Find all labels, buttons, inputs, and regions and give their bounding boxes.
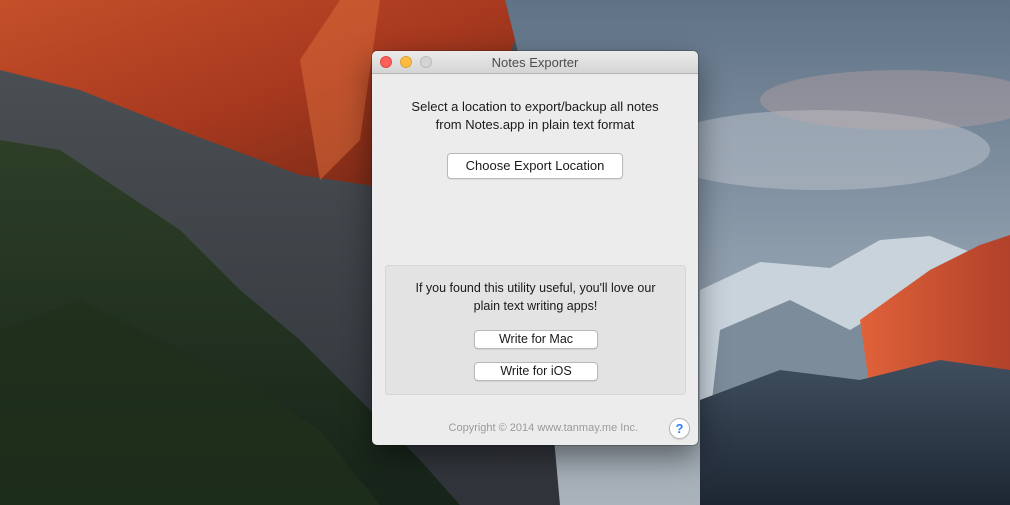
promo-line-1: If you found this utility useful, you'll… xyxy=(415,281,656,295)
help-icon[interactable]: ? xyxy=(669,418,690,439)
intro-line-1: Select a location to export/backup all n… xyxy=(411,99,659,114)
promo-text: If you found this utility useful, you'll… xyxy=(392,279,679,315)
help-glyph: ? xyxy=(675,421,684,436)
write-for-mac-button[interactable]: Write for Mac xyxy=(474,330,598,349)
desktop: Notes Exporter Select a location to expo… xyxy=(0,0,1010,505)
promo-panel: If you found this utility useful, you'll… xyxy=(385,265,686,395)
choose-export-location-button[interactable]: Choose Export Location xyxy=(447,153,623,179)
copyright-text: Copyright © 2014 www.tanmay.me Inc. xyxy=(448,422,638,434)
notes-exporter-window: Notes Exporter Select a location to expo… xyxy=(372,51,698,445)
promo-line-2: plain text writing apps! xyxy=(473,299,598,313)
window-title: Notes Exporter xyxy=(491,55,579,70)
write-for-ios-button[interactable]: Write for iOS xyxy=(474,362,598,381)
window-titlebar[interactable]: Notes Exporter xyxy=(372,51,698,74)
intro-line-2: from Notes.app in plain text format xyxy=(435,117,635,132)
intro-text: Select a location to export/backup all n… xyxy=(382,98,688,134)
